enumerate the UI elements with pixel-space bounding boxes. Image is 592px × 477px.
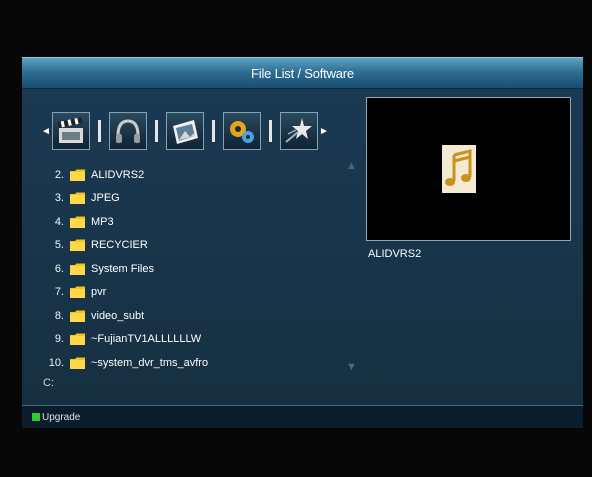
folder-icon — [70, 216, 85, 228]
folder-icon — [70, 263, 85, 275]
folder-icon — [70, 333, 85, 346]
page-title: File List / Software — [251, 65, 354, 81]
gears-icon[interactable] — [223, 112, 261, 150]
right-arrow-icon[interactable]: ► — [318, 126, 330, 137]
footer-bar: Upgrade — [22, 405, 583, 428]
file-list: 2. ALIDVRS2 3. JPEG 4. MP3 5. RECYCIER 6… — [42, 163, 342, 375]
list-item[interactable]: 6. System Files — [42, 257, 342, 281]
separator — [269, 120, 272, 142]
list-item[interactable]: 10. ~system_dvr_tms_avfro — [42, 351, 342, 375]
folder-icon — [70, 169, 85, 181]
left-arrow-icon[interactable]: ◄ — [40, 126, 52, 137]
item-number: 3. — [54, 192, 64, 205]
category-bar: ◄ ► — [40, 108, 350, 154]
list-item[interactable]: 3. JPEG — [42, 187, 342, 211]
separator — [212, 120, 215, 142]
separator — [98, 120, 101, 142]
file-name: video_subt — [91, 309, 145, 322]
file-name: MP3 — [91, 215, 114, 228]
separator — [155, 120, 158, 142]
green-key-icon — [32, 413, 40, 421]
film-clapper-icon[interactable] — [52, 112, 90, 150]
file-name: ~system_dvr_tms_avfro — [91, 356, 209, 369]
list-item[interactable]: 2. ALIDVRS2 — [42, 163, 342, 187]
item-number: 9. — [54, 333, 64, 346]
headphones-icon[interactable] — [109, 112, 147, 150]
item-number: 4. — [54, 215, 64, 228]
item-number: 6. — [54, 262, 64, 275]
file-name: pvr — [91, 286, 107, 299]
item-number: 5. — [54, 239, 64, 252]
current-path: C: — [43, 377, 54, 389]
list-item[interactable]: 8. video_subt — [42, 304, 342, 328]
list-item[interactable]: 5. RECYCIER — [42, 234, 342, 258]
file-name: ~FujianTV1ALLLLLLW — [91, 333, 202, 346]
list-item[interactable]: 7. pvr — [42, 281, 342, 305]
list-item[interactable]: 9. ~FujianTV1ALLLLLLW — [42, 328, 342, 352]
folder-icon — [70, 286, 85, 299]
folder-icon — [70, 192, 85, 205]
list-item[interactable]: 4. MP3 — [42, 210, 342, 234]
item-number: 7. — [54, 286, 64, 299]
item-number: 2. — [54, 168, 64, 181]
folder-icon — [70, 239, 85, 252]
scroll-up-arrow-icon[interactable]: ▲ — [346, 160, 357, 172]
folder-icon — [70, 310, 85, 322]
star-burst-icon[interactable] — [280, 112, 318, 150]
tv-screen: File List / Software ◄ ► 2. ALIDVRS2 3. … — [0, 0, 592, 477]
photo-icon[interactable] — [166, 112, 204, 150]
item-number: 10. — [48, 356, 64, 369]
file-name: JPEG — [91, 192, 120, 205]
selected-file-name: ALIDVRS2 — [368, 248, 422, 260]
title-bar: File List / Software — [22, 57, 583, 89]
file-name: RECYCIER — [91, 239, 148, 252]
file-name: System Files — [91, 262, 154, 275]
folder-icon — [70, 357, 85, 369]
scroll-down-arrow-icon[interactable]: ▼ — [346, 361, 357, 373]
item-number: 8. — [54, 309, 64, 322]
upgrade-label[interactable]: Upgrade — [42, 412, 80, 423]
file-name: ALIDVRS2 — [91, 168, 145, 181]
music-note-icon — [442, 145, 476, 193]
